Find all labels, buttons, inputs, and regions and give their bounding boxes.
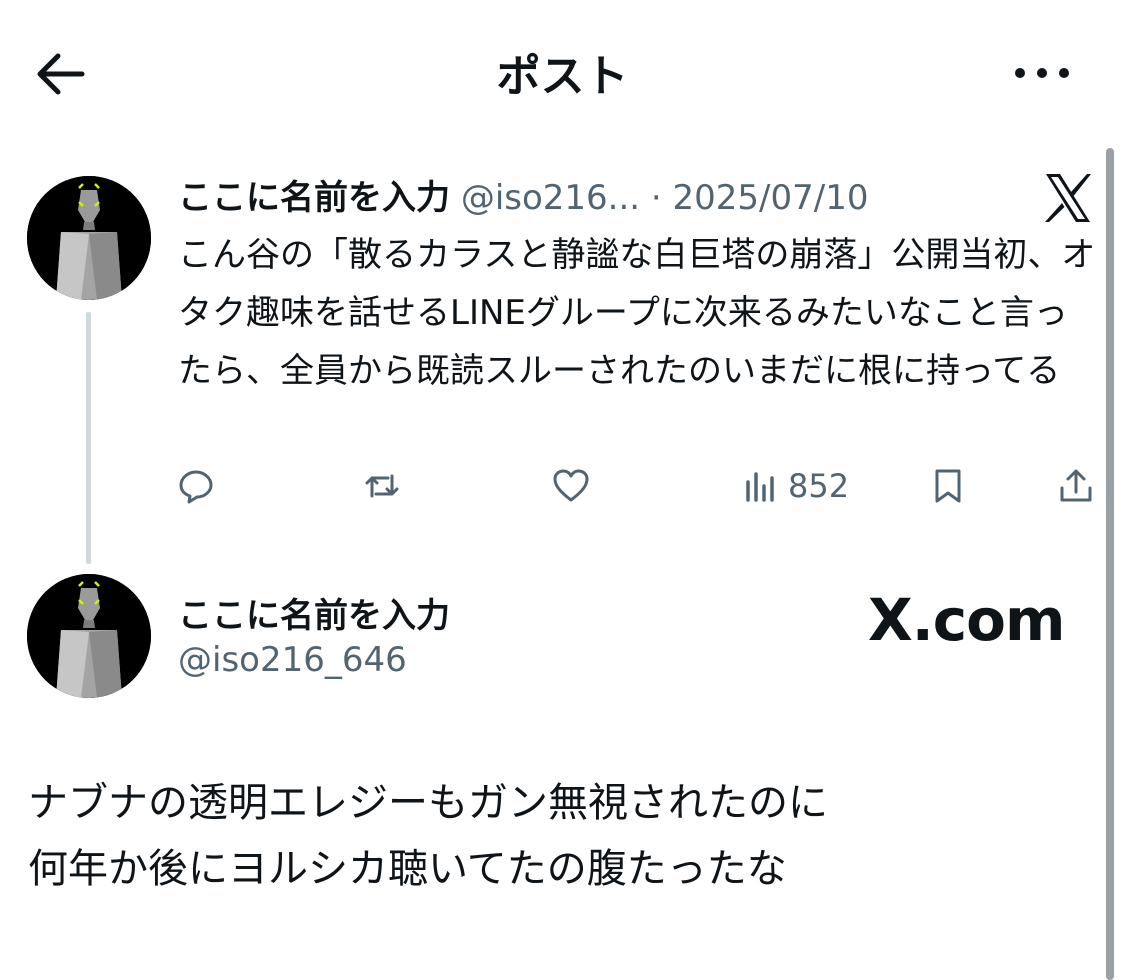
- like-button[interactable]: [551, 462, 591, 510]
- display-name[interactable]: ここに名前を入力: [178, 588, 450, 637]
- x-com-watermark: X.com: [868, 586, 1065, 654]
- views-count: 852: [788, 467, 850, 505]
- share-icon: [1060, 469, 1092, 502]
- post-body: ナブナの透明エレジーもガン無視されたのに 何年か後にヨルシカ聴いてたの腹たったな: [28, 770, 1088, 902]
- reply-icon: [179, 470, 213, 504]
- handle[interactable]: @iso216_646: [178, 640, 407, 680]
- page-title: ポスト: [496, 51, 629, 102]
- post-date[interactable]: 2025/07/10: [673, 178, 869, 218]
- thread-line: [86, 312, 91, 564]
- avatar-figure-icon: [27, 176, 151, 300]
- avatar[interactable]: [27, 574, 151, 698]
- avatar[interactable]: [27, 176, 151, 300]
- display-name[interactable]: ここに名前を入力: [178, 178, 450, 218]
- retweet-icon: [365, 474, 399, 498]
- tweet-text: こん谷の「散るカラスと静謐な白巨塔の崩落」公開当初、オタク趣味を話せるLINEグ…: [178, 235, 1096, 391]
- retweet-button[interactable]: [362, 462, 402, 510]
- tweet-meta: ここに名前を入力 @iso216... · 2025/07/10: [178, 170, 869, 219]
- post-line: ナブナの透明エレジーもガン無視されたのに: [28, 780, 828, 826]
- post-line: 何年か後にヨルシカ聴いてたの腹たったな: [28, 846, 787, 892]
- heart-icon: [553, 469, 589, 502]
- avatar-figure-icon: [27, 574, 151, 698]
- more-horizontal-icon[interactable]: [1010, 58, 1074, 88]
- share-button[interactable]: [1056, 462, 1096, 510]
- handle[interactable]: @iso216...: [461, 178, 640, 218]
- reply-button[interactable]: [176, 462, 216, 510]
- bookmark-button[interactable]: [928, 462, 968, 510]
- views-button[interactable]: 852: [740, 462, 849, 510]
- separator: ·: [650, 178, 662, 218]
- bookmark-icon: [935, 469, 961, 503]
- x-logo-icon: [1045, 174, 1091, 222]
- views-icon: [746, 472, 774, 502]
- scrollbar[interactable]: [1106, 148, 1114, 980]
